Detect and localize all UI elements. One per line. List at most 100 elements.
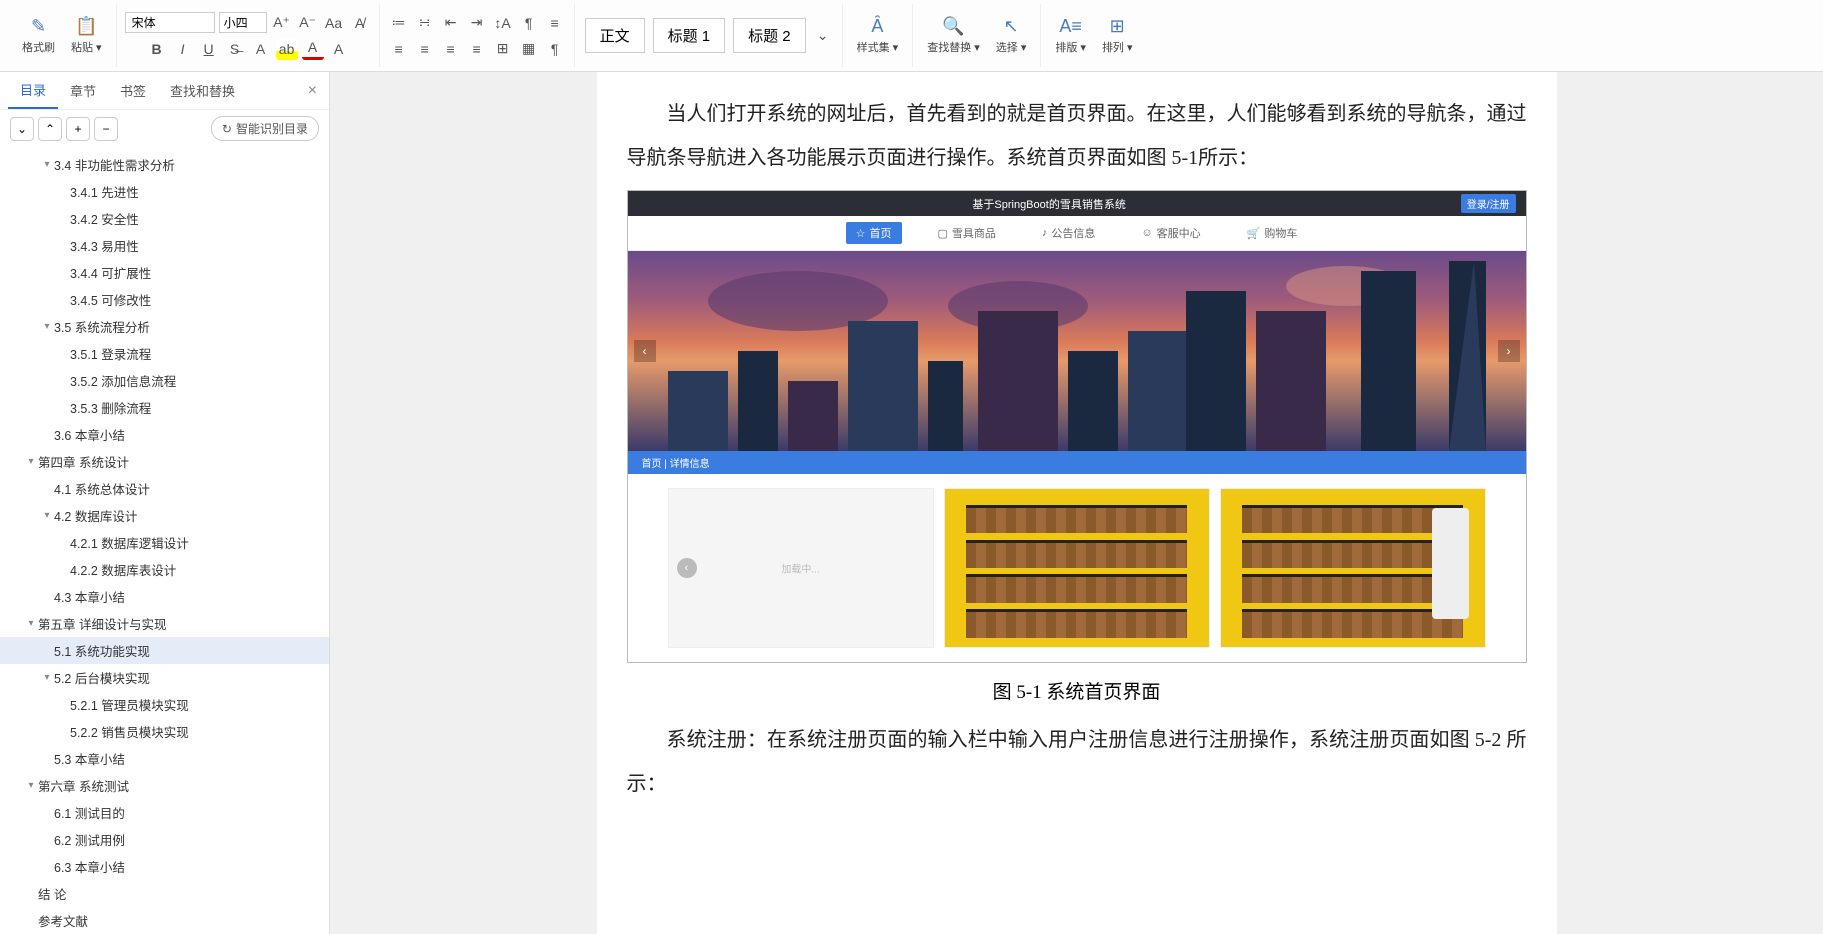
toc-item-label: 4.3 本章小结 — [54, 587, 321, 606]
style-h1-chip[interactable]: 标题 1 — [653, 18, 726, 53]
toc-item[interactable]: 3.5.3 删除流程 — [0, 394, 329, 421]
para-spacing-button[interactable]: ¶ — [518, 12, 540, 34]
toc-item[interactable]: ▾第六章 系统测试 — [0, 772, 329, 799]
toc-item[interactable]: ▾第五章 详细设计与实现 — [0, 610, 329, 637]
underline-button[interactable]: U — [198, 38, 220, 60]
align-justify-button[interactable]: ≡ — [466, 38, 488, 60]
font-family-select[interactable]: 宋体 — [125, 12, 215, 33]
toc-item[interactable]: 5.3 本章小结 — [0, 745, 329, 772]
toc-item[interactable]: 3.6 本章小结 — [0, 421, 329, 448]
decrease-font-button[interactable]: A⁻ — [297, 12, 319, 34]
select-button[interactable]: ↖ 选择 ▾ — [990, 14, 1033, 57]
toc-item[interactable]: 结 论 — [0, 880, 329, 907]
arrange-icon: ⊞ — [1110, 16, 1125, 37]
toc-item[interactable]: 4.2.1 数据库逻辑设计 — [0, 529, 329, 556]
border-button[interactable]: ▦ — [518, 38, 540, 60]
change-case-button[interactable]: Aa — [323, 12, 345, 34]
toc-item[interactable]: ▾第四章 系统设计 — [0, 448, 329, 475]
expand-button[interactable]: ⌃ — [38, 117, 62, 141]
highlight-button[interactable]: ab — [276, 38, 298, 60]
toc-item[interactable]: 6.3 本章小结 — [0, 853, 329, 880]
toc-item[interactable]: 5.2.2 销售员模块实现 — [0, 718, 329, 745]
body-paragraph-1: 当人们打开系统的网址后，首先看到的就是首页界面。在这里，人们能够看到系统的导航条… — [627, 92, 1527, 180]
styles-expand-button[interactable]: ⌄ — [812, 25, 834, 47]
toc-item[interactable]: 5.1 系统功能实现 — [0, 637, 329, 664]
product-card-2 — [944, 488, 1210, 648]
font-size-select[interactable]: 小四 — [219, 12, 267, 33]
toc-item[interactable]: 5.2.1 管理员模块实现 — [0, 691, 329, 718]
toc-item[interactable]: 4.1 系统总体设计 — [0, 475, 329, 502]
line-spacing-button[interactable]: ≡ — [544, 12, 566, 34]
toc-item[interactable]: 4.2.2 数据库表设计 — [0, 556, 329, 583]
toc-item[interactable]: ▾3.5 系统流程分析 — [0, 313, 329, 340]
style-set-button[interactable]: Ȃ 样式集 ▾ — [851, 14, 905, 57]
sidebar-close-button[interactable]: × — [304, 78, 321, 104]
format-brush-button[interactable]: ✎ 格式刷 — [16, 14, 61, 57]
number-list-button[interactable]: ∺ — [414, 12, 436, 34]
increase-font-button[interactable]: A⁺ — [271, 12, 293, 34]
sort-button[interactable]: ↕A — [492, 12, 514, 34]
toc-item[interactable]: 3.4.2 安全性 — [0, 205, 329, 232]
toc-item-label: 6.3 本章小结 — [54, 857, 321, 876]
paste-button[interactable]: 📋 粘贴 ▾ — [65, 14, 108, 57]
shading-button[interactable]: A — [328, 38, 350, 60]
card-placeholder: 加载中... — [781, 561, 819, 576]
embed-title: 基于SpringBoot的雪具销售系统 — [972, 196, 1125, 212]
increase-indent-button[interactable]: ⇥ — [466, 12, 488, 34]
align-right-button[interactable]: ≡ — [440, 38, 462, 60]
layout-button[interactable]: A≡ 排版 ▾ — [1049, 14, 1092, 57]
toc-item[interactable]: 3.5.1 登录流程 — [0, 340, 329, 367]
toc-item-label: 4.1 系统总体设计 — [54, 479, 321, 498]
toc-item[interactable]: 6.1 测试目的 — [0, 799, 329, 826]
toc-item[interactable]: 3.4.3 易用性 — [0, 232, 329, 259]
font-effect-button[interactable]: A — [250, 38, 272, 60]
toc-item[interactable]: 3.4.1 先进性 — [0, 178, 329, 205]
collapse-button[interactable]: ⌄ — [10, 117, 34, 141]
tab-chapters[interactable]: 章节 — [58, 73, 108, 108]
align-left-button[interactable]: ≡ — [388, 38, 410, 60]
add-heading-button[interactable]: + — [66, 117, 90, 141]
remove-heading-button[interactable]: − — [94, 117, 118, 141]
toc-item[interactable]: ▾3.4 非功能性需求分析 — [0, 151, 329, 178]
toc-item[interactable]: ▾4.2 数据库设计 — [0, 502, 329, 529]
toc-item[interactable]: 4.3 本章小结 — [0, 583, 329, 610]
bullet-list-button[interactable]: ≔ — [388, 12, 410, 34]
product-card-1: ‹ 加载中... — [668, 488, 934, 648]
distribute-button[interactable]: ⊞ — [492, 38, 514, 60]
toc-item-label: 5.1 系统功能实现 — [54, 641, 321, 660]
banner-next-icon: › — [1498, 340, 1520, 362]
layout-label: 排版 ▾ — [1055, 39, 1086, 55]
format-brush-label: 格式刷 — [22, 39, 55, 55]
para-format-button[interactable]: ¶ — [544, 38, 566, 60]
style-body-chip[interactable]: 正文 — [585, 18, 645, 53]
toc-item[interactable]: 3.4.4 可扩展性 — [0, 259, 329, 286]
toc-item[interactable]: ▾5.2 后台模块实现 — [0, 664, 329, 691]
clear-format-button[interactable]: A̸ — [349, 12, 371, 34]
toc-item-label: 3.6 本章小结 — [54, 425, 321, 444]
arrange-button[interactable]: ⊞ 排列 ▾ — [1096, 14, 1139, 57]
toc-arrow-icon: ▾ — [40, 510, 54, 521]
strikethrough-button[interactable]: S̶ — [224, 38, 246, 60]
tab-find[interactable]: 查找和替换 — [158, 73, 247, 108]
italic-button[interactable]: I — [172, 38, 194, 60]
find-replace-button[interactable]: 🔍 查找替换 ▾ — [921, 14, 986, 57]
cursor-icon: ↖ — [1004, 16, 1019, 37]
toc-item[interactable]: 6.2 测试用例 — [0, 826, 329, 853]
decrease-indent-button[interactable]: ⇤ — [440, 12, 462, 34]
align-center-button[interactable]: ≡ — [414, 38, 436, 60]
figure-5-1-caption: 图 5-1 系统首页界面 — [627, 677, 1527, 704]
document-canvas[interactable]: ⠿ 当人们打开系统的网址后，首先看到的就是首页界面。在这里，人们能够看到系统的导… — [330, 72, 1823, 934]
style-h2-chip[interactable]: 标题 2 — [733, 18, 806, 53]
figure-5-1-image: 基于SpringBoot的雪具销售系统 登录/注册 ☆首页 ▢雪具商品 ♪公告信… — [627, 190, 1527, 663]
toc-item[interactable]: 参考文献 — [0, 907, 329, 934]
toc-arrow-icon: ▾ — [40, 321, 54, 332]
font-color-button[interactable]: A — [302, 38, 324, 60]
toc-item[interactable]: 3.4.5 可修改性 — [0, 286, 329, 313]
toc-item-label: 第六章 系统测试 — [38, 776, 321, 795]
tab-bookmarks[interactable]: 书签 — [108, 73, 158, 108]
toc-item[interactable]: 3.5.2 添加信息流程 — [0, 367, 329, 394]
smart-toc-button[interactable]: ↻ 智能识别目录 — [211, 116, 319, 141]
brush-icon: ✎ — [31, 16, 46, 37]
tab-toc[interactable]: 目录 — [8, 72, 58, 109]
bold-button[interactable]: B — [146, 38, 168, 60]
